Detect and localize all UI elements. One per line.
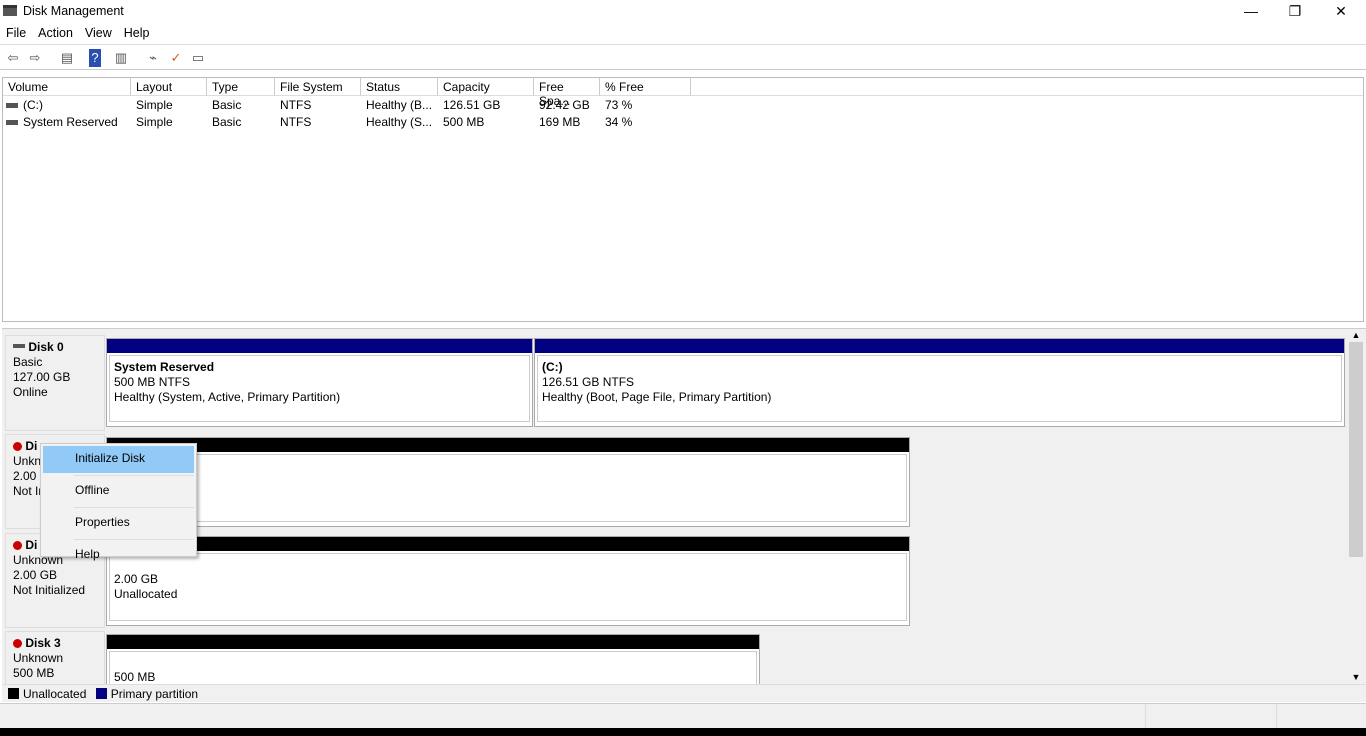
disk-3-label[interactable]: Disk 3 Unknown 500 MB xyxy=(5,631,105,684)
menu-action[interactable]: Action xyxy=(32,22,79,40)
volume-name[interactable]: (C:) xyxy=(3,97,48,114)
column-free-space[interactable]: Free Spa... xyxy=(534,78,600,108)
show-hide-icon[interactable]: ▥ xyxy=(112,49,130,67)
menu-help[interactable]: Help xyxy=(118,22,156,40)
console-tree-icon[interactable]: ▤ xyxy=(58,49,76,67)
unallocated-swatch xyxy=(8,688,19,699)
volume-cell: Healthy (S... xyxy=(366,115,433,129)
volume-cell: 92.42 GB xyxy=(539,98,590,112)
volume-cell: Basic xyxy=(212,98,242,112)
forward-icon[interactable]: ⇨ xyxy=(26,49,44,67)
connect-icon[interactable]: ⌁ xyxy=(144,49,162,67)
scroll-down-icon[interactable]: ▼ xyxy=(1348,672,1364,682)
volume-cell: NTFS xyxy=(280,98,312,112)
column-volume[interactable]: Volume xyxy=(3,78,131,96)
checklist-icon[interactable]: ✓ xyxy=(167,49,185,67)
column-layout[interactable]: Layout xyxy=(131,78,207,96)
legend: Unallocated Primary partition xyxy=(2,684,1366,702)
volume-cell: Healthy (B... xyxy=(366,98,433,112)
menu-view[interactable]: View xyxy=(79,22,118,40)
menu-item-properties[interactable]: Properties xyxy=(43,510,194,537)
volume-cell: 34 % xyxy=(605,115,633,129)
volume-cell: Basic xyxy=(212,115,242,129)
column-capacity[interactable]: Capacity xyxy=(438,78,534,96)
error-icon xyxy=(13,442,22,451)
context-menu: Initialize Disk Offline Properties Help xyxy=(40,443,197,561)
taskbar xyxy=(0,728,1366,736)
volume-list: Volume Layout Type File System Status Ca… xyxy=(2,77,1364,322)
volume-cell: 126.51 GB xyxy=(443,98,501,112)
disk-3-unallocated[interactable]: 500 MB xyxy=(106,634,760,684)
menu-item-offline[interactable]: Offline xyxy=(43,478,194,505)
primary-partition-swatch xyxy=(95,688,107,699)
error-icon xyxy=(13,639,22,648)
disk-icon xyxy=(13,344,25,348)
close-button[interactable]: ✕ xyxy=(1318,0,1364,22)
column-file-system[interactable]: File System xyxy=(275,78,361,96)
volume-cell: NTFS xyxy=(280,115,312,129)
disk-pane-scrollbar[interactable]: ▲ ▼ xyxy=(1348,330,1364,682)
column-percent-free[interactable]: % Free xyxy=(600,78,691,96)
help-icon[interactable]: ? xyxy=(89,49,101,67)
restore-button[interactable]: ❐ xyxy=(1272,0,1318,22)
volume-cell: Simple xyxy=(136,98,173,112)
volume-cell: 500 MB xyxy=(443,115,485,129)
status-bar xyxy=(0,703,1366,729)
volume-name[interactable]: System Reserved xyxy=(3,114,123,131)
window-title: Disk Management xyxy=(23,4,124,18)
volume-cell: 73 % xyxy=(605,98,633,112)
column-type[interactable]: Type xyxy=(207,78,275,96)
scrollbar-thumb[interactable] xyxy=(1349,342,1363,557)
partition-system-reserved[interactable]: System Reserved 500 MB NTFS Healthy (Syste… xyxy=(106,338,533,427)
menu-bar: File Action View Help xyxy=(0,22,1366,45)
back-icon[interactable]: ⇦ xyxy=(4,49,22,67)
disk-pane: Disk 0 Basic 127.00 GB Online System Res… xyxy=(2,328,1366,684)
disk-1-unallocated[interactable] xyxy=(106,437,910,527)
disk-management-icon xyxy=(3,5,17,16)
properties-icon[interactable]: ▭ xyxy=(189,49,207,67)
disk-0-label[interactable]: Disk 0 Basic 127.00 GB Online xyxy=(5,335,105,431)
menu-item-help[interactable]: Help xyxy=(43,542,194,569)
partition-c[interactable]: (C:) 126.51 GB NTFS Healthy (Boot, Page Fi… xyxy=(534,338,1345,427)
toolbar: ⇦ ⇨ ▤ ? ▥ ⌁ ✓ ▭ xyxy=(0,46,1366,70)
volume-cell: 169 MB xyxy=(539,115,581,129)
disk-2-unallocated[interactable]: 2.00 GB Unallocated xyxy=(106,536,910,626)
menu-file[interactable]: File xyxy=(0,22,32,40)
minimize-button[interactable]: — xyxy=(1228,0,1274,22)
error-icon xyxy=(13,541,22,550)
volume-cell: Simple xyxy=(136,115,173,129)
title-bar: Disk Management — ❐ ✕ xyxy=(0,0,1366,22)
menu-item-initialize-disk[interactable]: Initialize Disk xyxy=(43,446,194,473)
scroll-up-icon[interactable]: ▲ xyxy=(1348,330,1364,340)
column-status[interactable]: Status xyxy=(361,78,438,96)
